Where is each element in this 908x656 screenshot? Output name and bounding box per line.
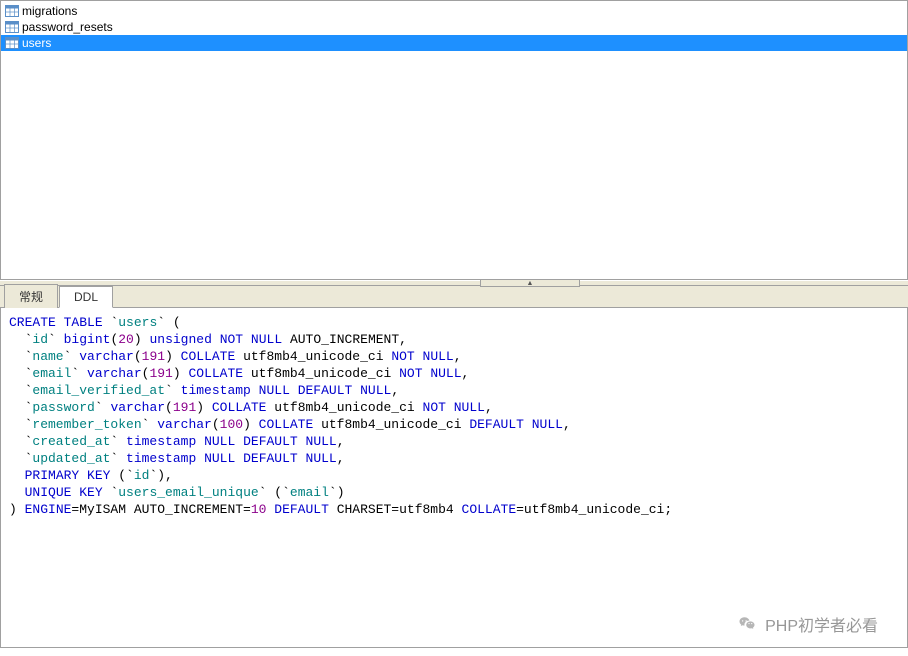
table-list: migrations password_resetsusers (1, 1, 907, 53)
splitter-bar[interactable]: ▲ (0, 280, 908, 286)
tab-general[interactable]: 常规 (4, 284, 58, 308)
ddl-line: `id` bigint(20) unsigned NOT NULL AUTO_I… (9, 331, 899, 348)
ddl-line: `updated_at` timestamp NULL DEFAULT NULL… (9, 450, 899, 467)
ddl-line: `email` varchar(191) COLLATE utf8mb4_uni… (9, 365, 899, 382)
ddl-line: `email_verified_at` timestamp NULL DEFAU… (9, 382, 899, 399)
table-icon (5, 5, 19, 17)
ddl-line: PRIMARY KEY (`id`), (9, 467, 899, 484)
table-item-migrations[interactable]: migrations (1, 3, 907, 19)
table-icon (5, 21, 19, 33)
table-item-label: users (22, 36, 51, 50)
table-item-password_resets[interactable]: password_resets (1, 19, 907, 35)
table-list-pane[interactable]: migrations password_resetsusers (0, 0, 908, 280)
tab-bar: 常规DDL (0, 286, 908, 308)
chevron-up-icon: ▲ (527, 280, 534, 287)
ddl-line: UNIQUE KEY `users_email_unique` (`email`… (9, 484, 899, 501)
table-icon (5, 37, 19, 49)
table-item-label: password_resets (22, 20, 113, 34)
table-item-users[interactable]: users (1, 35, 907, 51)
splitter-handle[interactable]: ▲ (480, 279, 580, 287)
tab-ddl[interactable]: DDL (59, 286, 113, 308)
ddl-line: ) ENGINE=MyISAM AUTO_INCREMENT=10 DEFAUL… (9, 501, 899, 518)
ddl-line: `password` varchar(191) COLLATE utf8mb4_… (9, 399, 899, 416)
ddl-editor[interactable]: CREATE TABLE `users` ( `id` bigint(20) u… (0, 308, 908, 648)
ddl-line: `remember_token` varchar(100) COLLATE ut… (9, 416, 899, 433)
ddl-line: CREATE TABLE `users` ( (9, 314, 899, 331)
ddl-line: `created_at` timestamp NULL DEFAULT NULL… (9, 433, 899, 450)
table-item-label: migrations (22, 4, 77, 18)
ddl-line: `name` varchar(191) COLLATE utf8mb4_unic… (9, 348, 899, 365)
